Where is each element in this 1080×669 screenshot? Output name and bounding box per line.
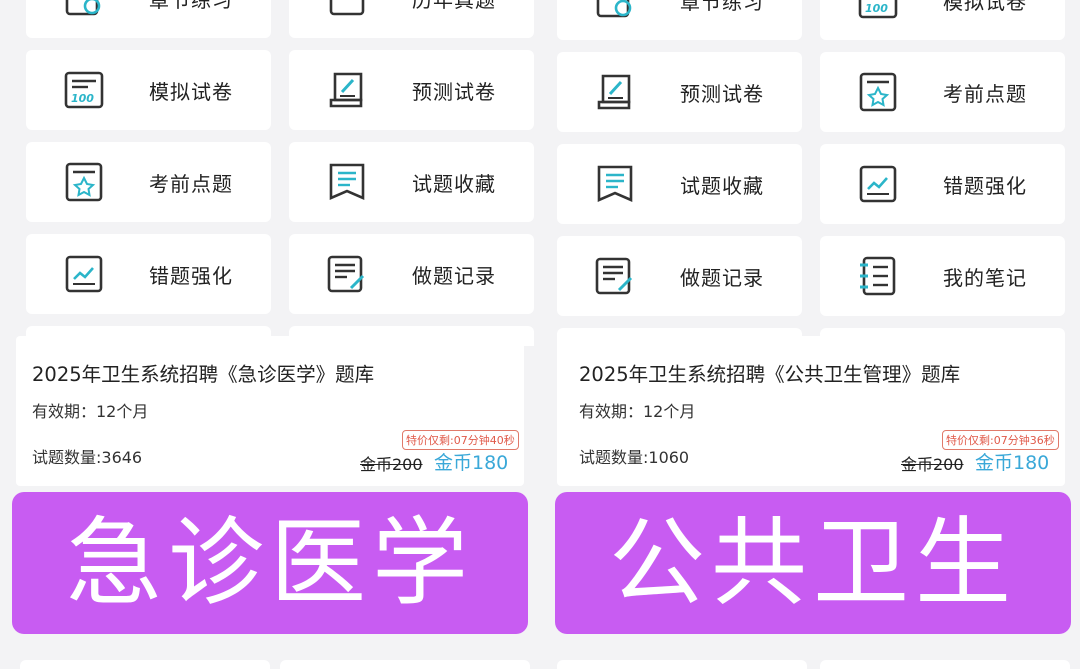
chapter-practice-icon: [62, 0, 106, 20]
tile-favorites[interactable]: 试题收藏: [557, 144, 802, 224]
right-panel: 章节练习 100 模拟试卷 预测试卷 考前点题 试题收藏 错题强化 做题记录 我…: [545, 0, 1080, 669]
tile-peek: [820, 660, 1070, 669]
mock-exam-icon: 100: [62, 68, 106, 112]
tile-wrong-questions[interactable]: 错题强化: [820, 144, 1065, 224]
tile-label: 模拟试卷: [943, 0, 1027, 14]
tile-favorites[interactable]: 试题收藏: [289, 142, 534, 222]
card-title: 2025年卫生系统招聘《急诊医学》题库: [32, 363, 375, 386]
predicted-exam-icon: [325, 68, 369, 112]
card-question-count: 试题数量:3646: [32, 448, 143, 467]
tile-practice-record[interactable]: 做题记录: [557, 236, 802, 316]
tile-notes[interactable]: 我的笔记: [820, 236, 1065, 316]
original-price: 金币200: [901, 455, 964, 474]
subject-banner: 急诊医学: [12, 492, 528, 634]
card-validity: 有效期：12个月: [579, 402, 696, 421]
pre-exam-tips-icon: [856, 70, 900, 114]
tile-label: 考前点题: [149, 171, 233, 196]
tile-peek: [557, 660, 807, 669]
tile-practice-record[interactable]: 做题记录: [289, 234, 534, 314]
tile-pre-exam-tips[interactable]: 考前点题: [26, 142, 271, 222]
tile-label: 模拟试卷: [149, 79, 233, 104]
svg-text:100: 100: [71, 92, 94, 105]
tile-pre-exam-tips[interactable]: 考前点题: [820, 52, 1065, 132]
card-question-count: 试题数量:1060: [579, 448, 690, 467]
svg-text:100: 100: [865, 2, 888, 15]
question-bank-card[interactable]: 2025年卫生系统招聘《急诊医学》题库 有效期：12个月 试题数量:3646 特…: [16, 336, 524, 486]
notes-icon: [856, 254, 900, 298]
card-validity: 有效期：12个月: [32, 402, 149, 421]
favorites-icon: [593, 162, 637, 206]
tile-label: 预测试卷: [680, 81, 764, 106]
tile-label: 我的笔记: [943, 265, 1027, 290]
tile-label: 章节练习: [680, 0, 764, 14]
pre-exam-tips-icon: [62, 160, 106, 204]
tile-label: 试题收藏: [680, 173, 764, 198]
sale-price: 金币180: [975, 452, 1050, 474]
left-panel: 章节练习 历年真题 100 模拟试卷 预测试卷 考前点题 试题收藏 错题: [10, 0, 540, 669]
card-title: 2025年卫生系统招聘《公共卫生管理》题库: [579, 363, 961, 386]
tile-label: 错题强化: [943, 173, 1027, 198]
favorites-icon: [325, 160, 369, 204]
tile-label: 做题记录: [680, 265, 764, 290]
mock-exam-icon: 100: [856, 0, 900, 22]
past-exams-icon: [325, 0, 369, 20]
tile-label: 预测试卷: [412, 79, 496, 104]
original-price: 金币200: [360, 455, 423, 474]
sale-countdown-badge: 特价仅剩:07分钟40秒: [402, 430, 519, 450]
chapter-practice-icon: [593, 0, 637, 22]
tile-predicted-exam[interactable]: 预测试卷: [557, 52, 802, 132]
practice-record-icon: [593, 254, 637, 298]
sale-countdown-badge: 特价仅剩:07分钟36秒: [942, 430, 1059, 450]
tile-label: 考前点题: [943, 81, 1027, 106]
practice-record-icon: [325, 252, 369, 296]
question-bank-card[interactable]: 2025年卫生系统招聘《公共卫生管理》题库 有效期：12个月 试题数量:1060…: [557, 336, 1065, 486]
tile-peek: [20, 660, 270, 669]
predicted-exam-icon: [593, 70, 637, 114]
tile-chapter-practice[interactable]: 章节练习: [26, 0, 271, 38]
tile-predicted-exam[interactable]: 预测试卷: [289, 50, 534, 130]
sale-price: 金币180: [434, 452, 509, 474]
tile-label: 章节练习: [149, 0, 233, 13]
tile-label: 试题收藏: [412, 171, 496, 196]
tile-wrong-questions[interactable]: 错题强化: [26, 234, 271, 314]
subject-banner: 公共卫生: [555, 492, 1071, 634]
tile-label: 历年真题: [412, 0, 496, 13]
tile-mock-exam[interactable]: 100 模拟试卷: [820, 0, 1065, 40]
wrong-questions-icon: [856, 162, 900, 206]
banner-text: 公共卫生: [609, 507, 1017, 619]
tile-label: 做题记录: [412, 263, 496, 288]
tile-peek: [280, 660, 530, 669]
wrong-questions-icon: [62, 252, 106, 296]
tile-mock-exam[interactable]: 100 模拟试卷: [26, 50, 271, 130]
tile-label: 错题强化: [149, 263, 233, 288]
banner-text: 急诊医学: [66, 507, 474, 619]
tile-past-exams[interactable]: 历年真题: [289, 0, 534, 38]
tile-chapter-practice[interactable]: 章节练习: [557, 0, 802, 40]
